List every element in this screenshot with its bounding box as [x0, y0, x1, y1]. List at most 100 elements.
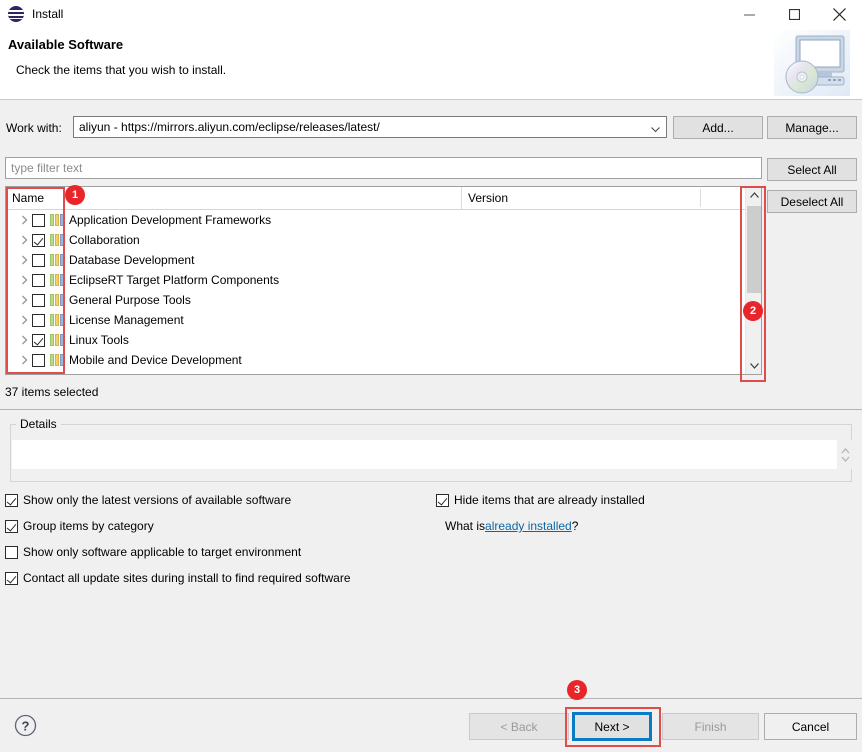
svg-text:?: ?	[22, 719, 30, 734]
checkbox-hide-installed[interactable]	[436, 494, 449, 507]
option-target-environment[interactable]: Show only software applicable to target …	[5, 545, 301, 559]
chevron-right-icon[interactable]	[16, 350, 32, 370]
table-row[interactable]: Linux Tools	[6, 330, 745, 350]
cancel-button[interactable]: Cancel	[764, 713, 857, 740]
tree-vertical-scrollbar[interactable]	[745, 187, 761, 374]
what-is-suffix: ?	[572, 519, 579, 533]
add-button[interactable]: Add...	[673, 116, 763, 139]
work-with-label: Work with:	[6, 121, 62, 135]
eclipse-icon	[8, 6, 24, 22]
row-checkbox[interactable]	[32, 214, 45, 227]
close-icon[interactable]	[817, 0, 862, 28]
row-label: License Management	[69, 313, 184, 327]
row-label: Mobile and Device Development	[69, 353, 242, 367]
deselect-all-button[interactable]: Deselect All	[767, 190, 857, 213]
checkbox-show-latest[interactable]	[5, 494, 18, 507]
column-header-name[interactable]: Name	[6, 187, 461, 209]
row-label: EclipseRT Target Platform Components	[69, 273, 279, 287]
table-row[interactable]: General Purpose Tools	[6, 290, 745, 310]
details-label: Details	[16, 417, 61, 431]
row-checkbox[interactable]	[32, 254, 45, 267]
chevron-right-icon[interactable]	[16, 210, 32, 230]
scroll-thumb[interactable]	[747, 206, 761, 293]
option-show-latest[interactable]: Show only the latest versions of availab…	[5, 493, 291, 507]
category-icon	[50, 354, 65, 366]
maximize-icon[interactable]	[772, 0, 817, 28]
column-header-version[interactable]: Version	[461, 187, 701, 209]
next-button[interactable]: Next >	[572, 712, 652, 741]
checkbox-target-environment[interactable]	[5, 546, 18, 559]
window-controls	[727, 0, 862, 28]
install-dialog: Install Available Software Check the ite…	[0, 0, 862, 752]
option-group-by-category[interactable]: Group items by category	[5, 519, 154, 533]
row-checkbox[interactable]	[32, 314, 45, 327]
row-checkbox[interactable]	[32, 354, 45, 367]
select-all-button[interactable]: Select All	[767, 158, 857, 181]
work-with-value: aliyun - https://mirrors.aliyun.com/ecli…	[79, 120, 380, 134]
divider-bottom	[0, 698, 862, 699]
option-group-by-category-label: Group items by category	[23, 519, 154, 533]
chevron-right-icon[interactable]	[16, 330, 32, 350]
option-contact-update-sites[interactable]: Contact all update sites during install …	[5, 571, 351, 585]
filter-input[interactable]: type filter text	[5, 157, 762, 179]
row-checkbox[interactable]	[32, 274, 45, 287]
checkbox-group-by-category[interactable]	[5, 520, 18, 533]
what-is-installed-text: What is already installed ?	[445, 519, 578, 533]
tree-header: Name Version	[6, 187, 761, 210]
items-selected-status: 37 items selected	[5, 385, 98, 399]
page-title: Available Software	[8, 37, 123, 52]
titlebar: Install	[0, 0, 862, 28]
category-icon	[50, 234, 65, 246]
row-checkbox[interactable]	[32, 294, 45, 307]
help-icon[interactable]: ?	[14, 714, 37, 737]
already-installed-link[interactable]: already installed	[485, 519, 572, 533]
option-show-latest-label: Show only the latest versions of availab…	[23, 493, 291, 507]
row-label: Collaboration	[69, 233, 140, 247]
minimize-icon[interactable]	[727, 0, 772, 28]
tree-rows: Application Development Frameworks Collab…	[6, 210, 745, 374]
software-tree: Name Version Application Development Fra…	[5, 186, 762, 375]
scroll-down-icon[interactable]	[746, 357, 762, 374]
option-contact-update-sites-label: Contact all update sites during install …	[23, 571, 351, 585]
chevron-right-icon[interactable]	[16, 290, 32, 310]
monitor-cd-icon	[774, 30, 850, 96]
row-label: General Purpose Tools	[69, 293, 191, 307]
annotation-badge-3: 3	[567, 680, 587, 700]
dialog-header: Available Software Check the items that …	[0, 28, 862, 100]
category-icon	[50, 274, 65, 286]
row-checkbox[interactable]	[32, 334, 45, 347]
table-row[interactable]: Collaboration	[6, 230, 745, 250]
back-button[interactable]: < Back	[469, 713, 569, 740]
category-icon	[50, 294, 65, 306]
checkbox-contact-update-sites[interactable]	[5, 572, 18, 585]
chevron-down-icon	[651, 123, 660, 132]
finish-button[interactable]: Finish	[662, 713, 759, 740]
row-label: Linux Tools	[69, 333, 129, 347]
what-is-prefix: What is	[445, 519, 485, 533]
table-row[interactable]: Application Development Frameworks	[6, 210, 745, 230]
manage-button[interactable]: Manage...	[767, 116, 857, 139]
chevron-right-icon[interactable]	[16, 310, 32, 330]
details-scroll-spinner[interactable]	[838, 440, 852, 469]
work-with-combo[interactable]: aliyun - https://mirrors.aliyun.com/ecli…	[73, 116, 667, 138]
category-icon	[50, 254, 65, 266]
row-label: Database Development	[69, 253, 194, 267]
window-title: Install	[32, 0, 63, 28]
option-target-environment-label: Show only software applicable to target …	[23, 545, 301, 559]
table-row[interactable]: Mobile and Device Development	[6, 350, 745, 370]
chevron-right-icon[interactable]	[16, 230, 32, 250]
filter-placeholder: type filter text	[11, 161, 82, 175]
category-icon	[50, 314, 65, 326]
table-row[interactable]: License Management	[6, 310, 745, 330]
divider-top	[0, 409, 862, 410]
option-hide-installed[interactable]: Hide items that are already installed	[436, 493, 645, 507]
row-checkbox[interactable]	[32, 234, 45, 247]
details-text-area[interactable]	[12, 440, 837, 469]
table-row[interactable]: EclipseRT Target Platform Components	[6, 270, 745, 290]
category-icon	[50, 334, 65, 346]
scroll-up-icon[interactable]	[746, 187, 762, 204]
chevron-right-icon[interactable]	[16, 270, 32, 290]
table-row[interactable]: Database Development	[6, 250, 745, 270]
chevron-right-icon[interactable]	[16, 250, 32, 270]
page-subtitle: Check the items that you wish to install…	[16, 63, 226, 77]
